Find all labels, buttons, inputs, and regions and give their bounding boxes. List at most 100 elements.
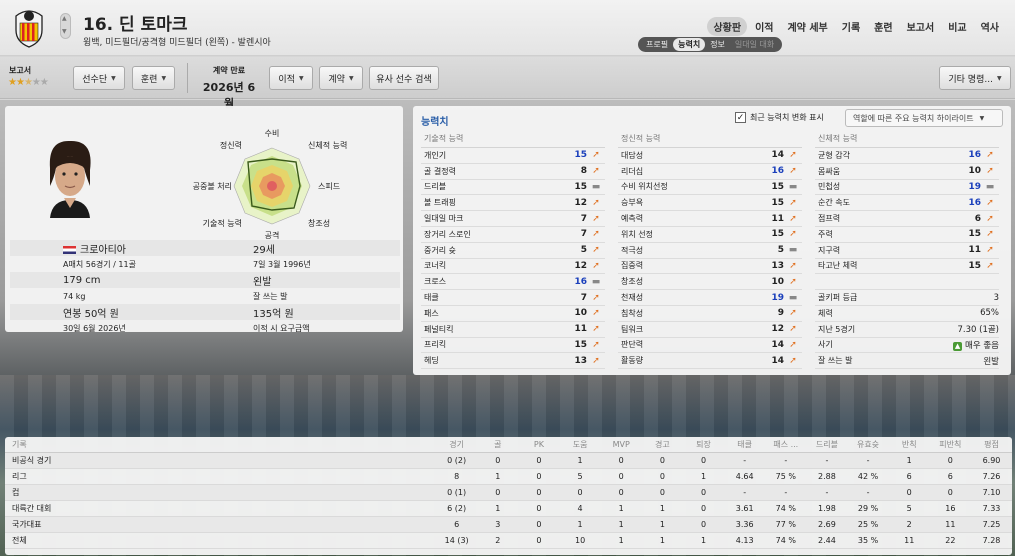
stats-column-header[interactable]: 퇴장 [683,439,724,450]
stats-column-header[interactable]: 경고 [642,439,683,450]
stats-column-header[interactable]: MVP [601,440,642,449]
info-value: 65% [980,308,999,318]
attribute-row[interactable]: 주력 15 ➚ [815,227,999,243]
stats-row[interactable]: 전체 14 (3) 2 0 10 1 1 1 4.13 74 % 2.44 35 % 11 22 7.28 [5,533,1012,549]
nav-history[interactable]: 역사 [975,17,1005,36]
attribute-row[interactable]: 예측력 11 ➚ [618,211,802,227]
trend-up-icon: ➚ [986,150,994,161]
squad-button[interactable]: 선수단 ▼ [73,66,125,90]
trend-up-icon: ➚ [789,229,797,240]
attribute-row[interactable]: 점프력 6 ➚ [815,211,999,227]
bio-table: 크로아티아 29세 A매치 56경기 / 11골 7일 3월 1996년 179… [10,240,400,336]
stats-column-header[interactable]: 반칙 [889,439,930,450]
attribute-row[interactable]: 태클 7 ➚ [421,290,605,306]
attribute-row[interactable]: 리더십 16 ➚ [618,164,802,180]
attribute-row[interactable]: 개인기 15 ➚ [421,148,605,164]
attribute-value: 15 [574,181,587,192]
attribute-row[interactable]: 크로스 16 ▬ [421,274,605,291]
stats-row[interactable]: 대륙간 대회 6 (2) 1 0 4 1 1 0 3.61 74 % 1.98 29 % 5 16 7.33 [5,501,1012,517]
tab-attributes[interactable]: 능력치 [673,38,706,51]
attribute-row[interactable]: 팀워크 12 ➚ [618,322,802,338]
chevron-down-icon: ▼ [348,74,354,82]
stats-column-header[interactable]: 기록 [5,439,436,450]
nav-compare[interactable]: 비교 [942,17,972,36]
stats-row[interactable]: 비공식 경기 0 (2) 0 0 1 0 0 0 - - - - 1 0 6.90 [5,453,1012,469]
stats-column-header[interactable]: 드리블 [806,439,847,450]
stats-column-header[interactable]: 태클 [724,439,765,450]
similar-players-button[interactable]: 유사 선수 검색 [369,66,439,90]
attribute-row[interactable]: 코너킥 12 ➚ [421,259,605,275]
attribute-row[interactable]: 판단력 14 ➚ [618,338,802,354]
nav-transfer[interactable]: 이적 [749,17,779,36]
stats-column-header[interactable]: 골 [477,439,518,450]
attribute-row[interactable]: 헤딩 13 ➚ [421,353,605,370]
attribute-row[interactable]: 페널티킥 11 ➚ [421,322,605,338]
attribute-name: 지구력 [818,245,841,255]
attribute-row[interactable]: 패스 10 ➚ [421,306,605,322]
stat-value: 16 [945,504,956,513]
tab-talk[interactable]: 일대일 대화 [730,38,779,51]
attribute-row[interactable]: 승부욕 15 ➚ [618,195,802,212]
stat-value: - [743,488,747,497]
nav-reports[interactable]: 보고서 [901,17,941,36]
training-button[interactable]: 훈련 ▼ [132,66,175,90]
attribute-row[interactable]: 수비 위치선정 15 ▬ [618,180,802,196]
stats-column-header[interactable]: 평점 [971,439,1012,450]
stats-header-row: 기록 경기 골 PK 도움 MVP 경고 퇴장 태클 패스 ... 드리블 유효슛 반칙 피반칙 평점 [5,437,1012,453]
attribute-row[interactable]: 골 결정력 8 ➚ [421,164,605,180]
preferred-foot-label: 잘 쓰는 발 [253,291,288,301]
stats-column-header[interactable]: 도움 [560,439,601,450]
attribute-row[interactable]: 프리킥 15 ➚ [421,338,605,354]
nav-overview[interactable]: 상황판 [707,17,748,36]
nav-contract[interactable]: 계약 세부 [781,17,833,36]
attribute-name: 천재성 [621,293,644,303]
attribute-row[interactable]: 활동량 14 ➚ [618,353,802,370]
more-actions-button[interactable]: 기타 명령... ▼ [939,66,1011,90]
nav-training[interactable]: 훈련 [868,17,898,36]
attribute-row[interactable]: 대담성 14 ➚ [618,148,802,164]
tab-info[interactable]: 정보 [705,38,730,51]
trend-flat-icon: ▬ [985,181,995,192]
attribute-value: 15 [771,229,784,240]
checkbox-checked-icon[interactable]: ✓ [735,112,746,123]
contract-button[interactable]: 계약 ▼ [319,66,363,90]
player-switch-arrows[interactable] [60,13,71,39]
attribute-row[interactable]: 순간 속도 16 ➚ [815,195,999,212]
attribute-row[interactable]: 몸싸움 10 ➚ [815,164,999,180]
attribute-row[interactable]: 민첩성 19 ▬ [815,180,999,196]
stats-column-header[interactable]: 경기 [436,439,477,450]
competition-name: 리그 [12,472,27,481]
competition-name: 컵 [12,488,20,497]
attribute-row[interactable]: 장거리 스로인 7 ➚ [421,227,605,243]
recent-changes-label: 최근 능력치 변화 표시 [750,113,824,122]
attribute-row[interactable]: 중거리 슛 5 ➚ [421,243,605,259]
attribute-row[interactable]: 천재성 19 ▬ [618,290,802,306]
recent-changes-toggle[interactable]: ✓ 최근 능력치 변화 표시 [735,112,824,123]
attribute-row[interactable]: 집중력 13 ➚ [618,259,802,275]
attribute-name: 예측력 [621,214,644,224]
attribute-row[interactable]: 볼 트래핑 12 ➚ [421,195,605,212]
stats-column-header[interactable]: 패스 ... [765,439,806,450]
attribute-name: 침착성 [621,308,644,318]
stats-row[interactable]: 리그 8 1 0 5 0 0 1 4.64 75 % 2.88 42 % 6 6 7.26 [5,469,1012,485]
stats-column-header[interactable]: 유효슛 [848,439,889,450]
tab-profile[interactable]: 프로필 [641,38,673,51]
attribute-row[interactable]: 일대일 마크 7 ➚ [421,211,605,227]
stat-value: 7.33 [982,504,1001,513]
attribute-row[interactable]: 타고난 체력 15 ➚ [815,259,999,275]
attribute-row[interactable]: 침착성 9 ➚ [618,306,802,322]
attribute-row[interactable]: 위치 선정 15 ➚ [618,227,802,243]
role-highlight-select[interactable]: 역할에 따른 주요 능력치 하이라이트 ▼ [845,109,1003,127]
attribute-row[interactable]: 지구력 11 ➚ [815,243,999,259]
attribute-row[interactable]: 적극성 5 ▬ [618,243,802,259]
attribute-value: 14 [771,355,784,366]
nav-records[interactable]: 기록 [836,17,866,36]
stats-row[interactable]: 컵 0 (1) 0 0 0 0 0 0 - - - - 0 0 7.10 [5,485,1012,501]
attribute-row[interactable]: 균형 감각 16 ➚ [815,148,999,164]
stats-column-header[interactable]: 피반칙 [930,439,971,450]
stats-row[interactable]: 국가대표 6 3 0 1 1 1 0 3.36 77 % 2.69 25 % 2 11 7.25 [5,517,1012,533]
attribute-row[interactable]: 드리블 15 ▬ [421,180,605,196]
attribute-row[interactable]: 창조성 10 ➚ [618,274,802,291]
transfer-button[interactable]: 이적 ▼ [269,66,313,90]
stats-column-header[interactable]: PK [518,440,559,449]
